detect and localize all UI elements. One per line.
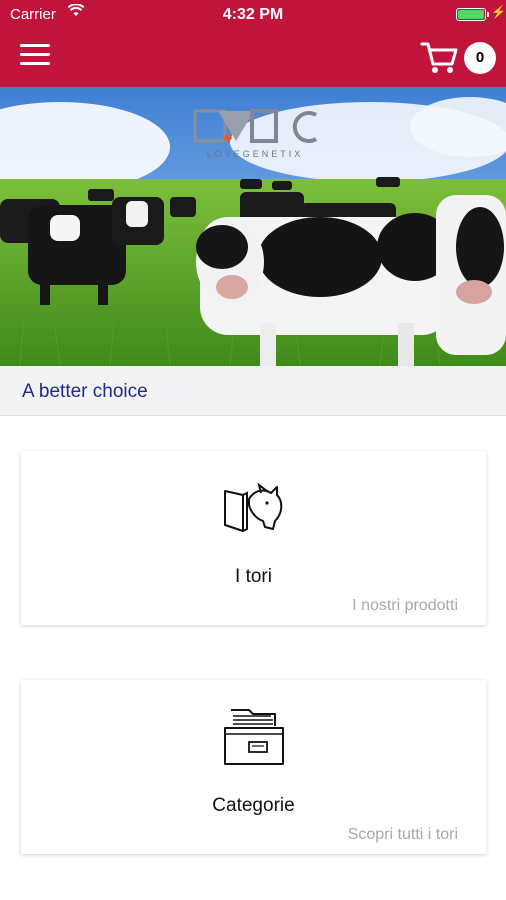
cart-count-badge[interactable]: 0 [464,42,496,74]
file-drawer-icon [224,709,284,765]
battery-icon [456,8,486,21]
categories-card-title: Categorie [212,795,295,816]
status-time: 4:32 PM [222,6,284,23]
bulls-card-subtitle: I nostri prodotti [352,597,458,614]
battery-tip [487,12,489,17]
shopping-cart-icon[interactable] [420,40,460,76]
tagline-strip: A better choice [0,366,506,416]
categories-card[interactable]: Categorie Scopri tutti i tori [21,680,486,854]
tagline-text: A better choice [22,381,148,402]
hero-banner-image: LOVEGENETIX [0,87,506,366]
hamburger-menu-icon[interactable] [20,44,50,68]
logo-tagline: LOVEGENETIX [207,149,304,159]
bull-catalog-icon [224,482,283,532]
bulls-card[interactable]: I tori I nostri prodotti [21,451,486,625]
app-header: Carrier 4:32 PM ⚡ 0 [0,0,506,87]
status-bar: Carrier 4:32 PM ⚡ [0,0,506,28]
bulls-card-title: I tori [235,566,272,587]
categories-card-subtitle: Scopri tutti i tori [347,826,458,843]
charging-icon: ⚡ [491,5,506,19]
